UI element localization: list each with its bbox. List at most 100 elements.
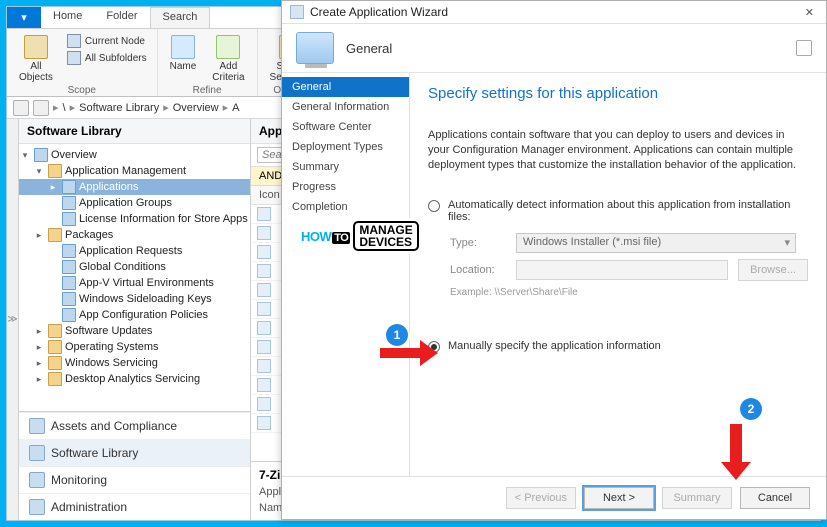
callout-1: 1 [386,324,408,346]
tree-node-app-v-virtual-environments[interactable]: App-V Virtual Environments [19,275,250,291]
create-application-wizard: Create Application Wizard ✕ General Gene… [281,0,827,520]
add-criteria-button[interactable]: Add Criteria [208,33,248,85]
folder-icon [62,260,76,274]
tab-home[interactable]: Home [41,7,94,28]
app-icon [257,321,271,335]
app-icon [257,340,271,354]
tree-node-software-updates[interactable]: ▸Software Updates [19,323,250,339]
folder-icon [48,372,62,386]
tree-node-overview[interactable]: ▾Overview [19,147,250,163]
tree-node-application-management[interactable]: ▾Application Management [19,163,250,179]
tree-node-packages[interactable]: ▸Packages [19,227,250,243]
wizard-stage: General [346,41,392,56]
location-input [516,260,728,280]
previous-button: < Previous [506,487,576,509]
folder-icon [48,164,62,178]
summary-button: Summary [662,487,732,509]
nav-administration[interactable]: Administration [19,493,250,520]
folder-icon [34,148,48,162]
tree-node-windows-servicing[interactable]: ▸Windows Servicing [19,355,250,371]
wizard-title: Create Application Wizard [310,5,448,19]
nav-icon [29,499,45,515]
refine-group-label: Refine [166,85,249,96]
folder-icon [62,180,76,194]
next-button[interactable]: Next > [584,487,654,509]
all-subfolders-button[interactable]: All Subfolders [65,50,149,66]
node-icon [67,34,81,48]
app-icon [257,264,271,278]
tree-node-application-groups[interactable]: Application Groups [19,195,250,211]
app-icon [257,302,271,316]
folder-icon [48,228,62,242]
folder-icon [62,244,76,258]
all-objects-button[interactable]: All Objects [15,33,57,85]
location-label: Location: [450,264,506,276]
tree-node-application-requests[interactable]: Application Requests [19,243,250,259]
folder-icon [48,340,62,354]
current-node-button[interactable]: Current Node [65,33,149,49]
app-icon [257,397,271,411]
folder-icon [62,276,76,290]
app-icon [257,359,271,373]
app-icon [257,207,271,221]
wiz-step-completion[interactable]: Completion [282,197,409,217]
nav-assets-and-compliance[interactable]: Assets and Compliance [19,412,250,439]
tree-title: Software Library [19,119,250,144]
app-icon [257,283,271,297]
wiz-step-progress[interactable]: Progress [282,177,409,197]
close-icon[interactable]: ✕ [801,6,818,19]
system-menu-button[interactable]: ▾ [7,7,41,28]
add-criteria-icon [216,35,240,59]
tree-node-app-configuration-policies[interactable]: App Configuration Policies [19,307,250,323]
wizard-icon [290,5,304,19]
wiz-step-deployment-types[interactable]: Deployment Types [282,137,409,157]
type-select: Windows Installer (*.msi file) [516,233,796,253]
tree-node-windows-sideloading-keys[interactable]: Windows Sideloading Keys [19,291,250,307]
expand-handle[interactable]: ≫ [7,119,19,520]
option-auto-detect[interactable]: Automatically detect information about t… [428,199,808,223]
nav-icon [29,472,45,488]
wiz-step-general-information[interactable]: General Information [282,97,409,117]
tree-node-desktop-analytics-servicing[interactable]: ▸Desktop Analytics Servicing [19,371,250,387]
nav-icon [29,445,45,461]
cancel-button[interactable]: Cancel [740,487,810,509]
tree-node-global-conditions[interactable]: Global Conditions [19,259,250,275]
arrow-1 [380,348,420,358]
ribbon-icon [796,40,812,56]
name-button[interactable]: Name [166,33,201,85]
tab-folder[interactable]: Folder [94,7,149,28]
folder-icon [62,196,76,210]
arrow-2 [730,424,742,462]
how-to-manage-devices-logo: HOWTO MANAGEDEVICES [296,218,424,254]
name-icon [171,35,195,59]
wizard-heading: Specify settings for this application [428,85,808,102]
app-icon [257,378,271,392]
option-manual[interactable]: Manually specify the application informa… [428,340,808,353]
folder-icon [48,356,62,370]
folder-icon [62,212,76,226]
tree-node-license-information-for-store-apps[interactable]: License Information for Store Apps [19,211,250,227]
type-label: Type: [450,237,506,249]
computer-icon [296,32,334,64]
wiz-step-software-center[interactable]: Software Center [282,117,409,137]
folder-icon [48,324,62,338]
tab-search[interactable]: Search [150,7,211,28]
app-icon [257,226,271,240]
nav-monitoring[interactable]: Monitoring [19,466,250,493]
folder-icon [62,292,76,306]
back-button[interactable] [13,100,29,116]
wiz-step-general[interactable]: General [282,77,409,97]
scope-group-label: Scope [15,85,149,96]
tree-node-operating-systems[interactable]: ▸Operating Systems [19,339,250,355]
tree-node-applications[interactable]: ▸Applications [19,179,250,195]
location-example: Example: \\Server\Share\File [450,287,808,298]
all-objects-icon [24,35,48,59]
callout-2: 2 [740,398,762,420]
nav-software-library[interactable]: Software Library [19,439,250,466]
nav-icon [29,418,45,434]
wiz-step-summary[interactable]: Summary [282,157,409,177]
forward-button[interactable] [33,100,49,116]
wizard-description: Applications contain software that you c… [428,128,808,173]
radio-auto-detect[interactable] [428,200,440,212]
browse-button: Browse... [738,259,808,281]
